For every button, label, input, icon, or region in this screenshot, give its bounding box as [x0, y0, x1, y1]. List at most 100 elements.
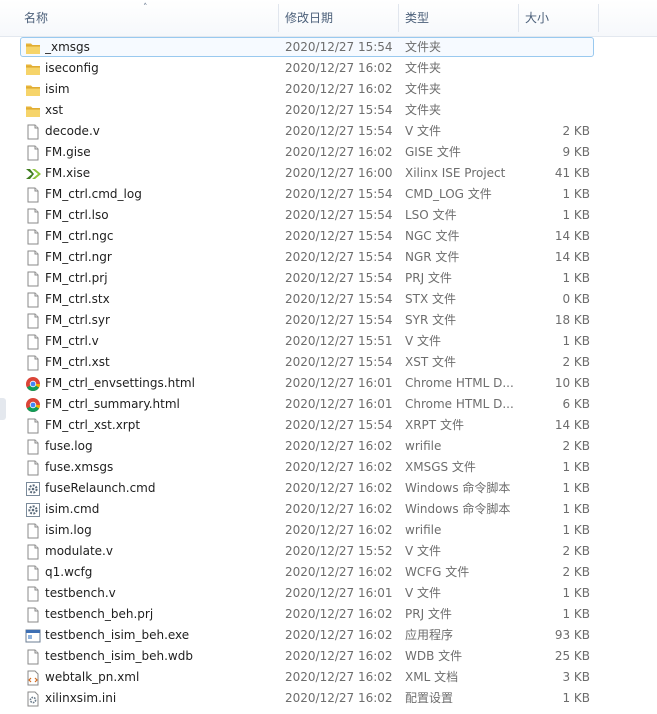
file-row[interactable]: fuse.log 2020/12/27 16:02 wrifile 2 KB [0, 436, 657, 457]
file-icon [25, 334, 41, 350]
file-row[interactable]: fuse.xmsgs 2020/12/27 16:02 XMSGS 文件 1 KB [0, 457, 657, 478]
file-row[interactable]: isim.log 2020/12/27 16:02 wrifile 1 KB [0, 520, 657, 541]
file-type: STX 文件 [405, 292, 456, 306]
file-row[interactable]: FM_ctrl_envsettings.html 2020/12/27 16:01… [0, 373, 657, 394]
file-row[interactable]: modulate.v 2020/12/27 15:52 V 文件 2 KB [0, 541, 657, 562]
file-type: 文件夹 [405, 82, 442, 96]
file-row[interactable]: decode.v 2020/12/27 15:54 V 文件 2 KB [0, 121, 657, 142]
file-row[interactable]: FM_ctrl.stx 2020/12/27 15:54 STX 文件 0 KB [0, 289, 657, 310]
file-size: 1 KB [562, 502, 590, 516]
file-size: 2 KB [562, 355, 590, 369]
chrome-icon [25, 397, 41, 413]
file-icon [25, 439, 41, 455]
file-row[interactable]: FM_ctrl.ngr 2020/12/27 15:54 NGR 文件 14 KB [0, 247, 657, 268]
file-row[interactable]: FM.xise 2020/12/27 16:00 Xilinx ISE Projec… [0, 163, 657, 184]
file-date: 2020/12/27 16:02 [285, 628, 393, 642]
column-divider[interactable] [398, 4, 399, 32]
file-type: XMSGS 文件 [405, 460, 476, 474]
file-size: 1 KB [562, 271, 590, 285]
file-row[interactable]: xst 2020/12/27 15:54 文件夹 [0, 100, 657, 121]
file-size: 1 KB [562, 481, 590, 495]
file-size: 14 KB [554, 250, 590, 264]
column-header-size[interactable]: 大小 [525, 0, 549, 36]
file-icon [25, 145, 41, 161]
file-size: 1 KB [562, 523, 590, 537]
file-row[interactable]: FM.gise 2020/12/27 16:02 GISE 文件 9 KB [0, 142, 657, 163]
file-size: 1 KB [562, 187, 590, 201]
file-size: 93 KB [554, 628, 590, 642]
file-name: fuse.log [45, 439, 93, 453]
file-type: Xilinx ISE Project [405, 166, 506, 180]
file-type: XST 文件 [405, 355, 456, 369]
file-size: 3 KB [562, 670, 590, 684]
file-row[interactable]: testbench_isim_beh.wdb 2020/12/27 16:02 WD… [0, 646, 657, 667]
file-row[interactable]: webtalk_pn.xml 2020/12/27 16:02 XML 文档 3 KB [0, 667, 657, 688]
file-type: CMD_LOG 文件 [405, 187, 492, 201]
file-row[interactable]: testbench.v 2020/12/27 16:01 V 文件 1 KB [0, 583, 657, 604]
file-name: FM.gise [45, 145, 91, 159]
column-divider[interactable] [278, 4, 279, 32]
file-name: xst [45, 103, 64, 117]
file-icon [25, 271, 41, 287]
file-row[interactable]: testbench_beh.prj 2020/12/27 16:02 PRJ 文件 1… [0, 604, 657, 625]
file-icon [25, 565, 41, 581]
file-row[interactable]: _xmsgs 2020/12/27 15:54 文件夹 [0, 37, 657, 58]
file-date: 2020/12/27 16:02 [285, 82, 393, 96]
column-header-date[interactable]: 修改日期 [285, 0, 333, 36]
file-date: 2020/12/27 15:54 [285, 313, 393, 327]
file-name: isim [45, 82, 70, 96]
file-row[interactable]: FM_ctrl.syr 2020/12/27 15:54 SYR 文件 18 KB [0, 310, 657, 331]
file-row[interactable]: iseconfig 2020/12/27 16:02 文件夹 [0, 58, 657, 79]
file-type: WCFG 文件 [405, 565, 470, 579]
file-row[interactable]: FM_ctrl.prj 2020/12/27 15:54 PRJ 文件 1 KB [0, 268, 657, 289]
file-size: 1 KB [562, 334, 590, 348]
file-date: 2020/12/27 15:54 [285, 187, 393, 201]
file-type: PRJ 文件 [405, 271, 452, 285]
column-header: ˄ 名称 修改日期 类型 大小 [0, 0, 657, 37]
file-row[interactable]: isim 2020/12/27 16:02 文件夹 [0, 79, 657, 100]
column-divider[interactable] [598, 4, 599, 32]
file-row[interactable]: q1.wcfg 2020/12/27 16:02 WCFG 文件 2 KB [0, 562, 657, 583]
file-type: LSO 文件 [405, 208, 457, 222]
file-icon [25, 250, 41, 266]
file-date: 2020/12/27 15:54 [285, 418, 393, 432]
file-row[interactable]: fuseRelaunch.cmd 2020/12/27 16:02 Windows … [0, 478, 657, 499]
file-name: modulate.v [45, 544, 113, 558]
file-row[interactable]: isim.cmd 2020/12/27 16:02 Windows 命令脚本 1 KB [0, 499, 657, 520]
file-size: 14 KB [554, 229, 590, 243]
file-row[interactable]: testbench_isim_beh.exe 2020/12/27 16:02 应用… [0, 625, 657, 646]
file-icon [25, 292, 41, 308]
file-icon [25, 460, 41, 476]
file-size: 1 KB [562, 586, 590, 600]
file-date: 2020/12/27 15:54 [285, 229, 393, 243]
column-header-type[interactable]: 类型 [405, 0, 429, 36]
exe-icon [25, 628, 41, 644]
sort-ascending-icon: ˄ [143, 3, 148, 13]
column-header-name[interactable]: 名称 [24, 0, 48, 36]
file-name: iseconfig [45, 61, 99, 75]
ini-icon [25, 691, 41, 707]
xilinx-icon [25, 166, 41, 182]
file-date: 2020/12/27 15:51 [285, 334, 393, 348]
file-icon [25, 187, 41, 203]
file-icon [25, 208, 41, 224]
file-row[interactable]: FM_ctrl.cmd_log 2020/12/27 15:54 CMD_LOG 文… [0, 184, 657, 205]
file-name: fuse.xmsgs [45, 460, 114, 474]
file-size: 0 KB [562, 292, 590, 306]
file-date: 2020/12/27 15:54 [285, 208, 393, 222]
file-size [520, 79, 590, 100]
file-size: 9 KB [562, 145, 590, 159]
file-row[interactable]: FM_ctrl.lso 2020/12/27 15:54 LSO 文件 1 KB [0, 205, 657, 226]
file-name: testbench_isim_beh.exe [45, 628, 190, 642]
file-name: FM_ctrl.prj [45, 271, 108, 285]
file-row[interactable]: FM_ctrl_xst.xrpt 2020/12/27 15:54 XRPT 文件 1… [0, 415, 657, 436]
file-size: 6 KB [562, 397, 590, 411]
file-row[interactable]: FM_ctrl.v 2020/12/27 15:51 V 文件 1 KB [0, 331, 657, 352]
file-row[interactable]: FM_ctrl_summary.html 2020/12/27 16:01 Chro… [0, 394, 657, 415]
file-row[interactable]: FM_ctrl.xst 2020/12/27 15:54 XST 文件 2 KB [0, 352, 657, 373]
file-size: 25 KB [554, 649, 590, 663]
column-divider[interactable] [518, 4, 519, 32]
file-type: 应用程序 [405, 628, 454, 642]
file-row[interactable]: FM_ctrl.ngc 2020/12/27 15:54 NGC 文件 14 KB [0, 226, 657, 247]
file-name: FM_ctrl.stx [45, 292, 110, 306]
